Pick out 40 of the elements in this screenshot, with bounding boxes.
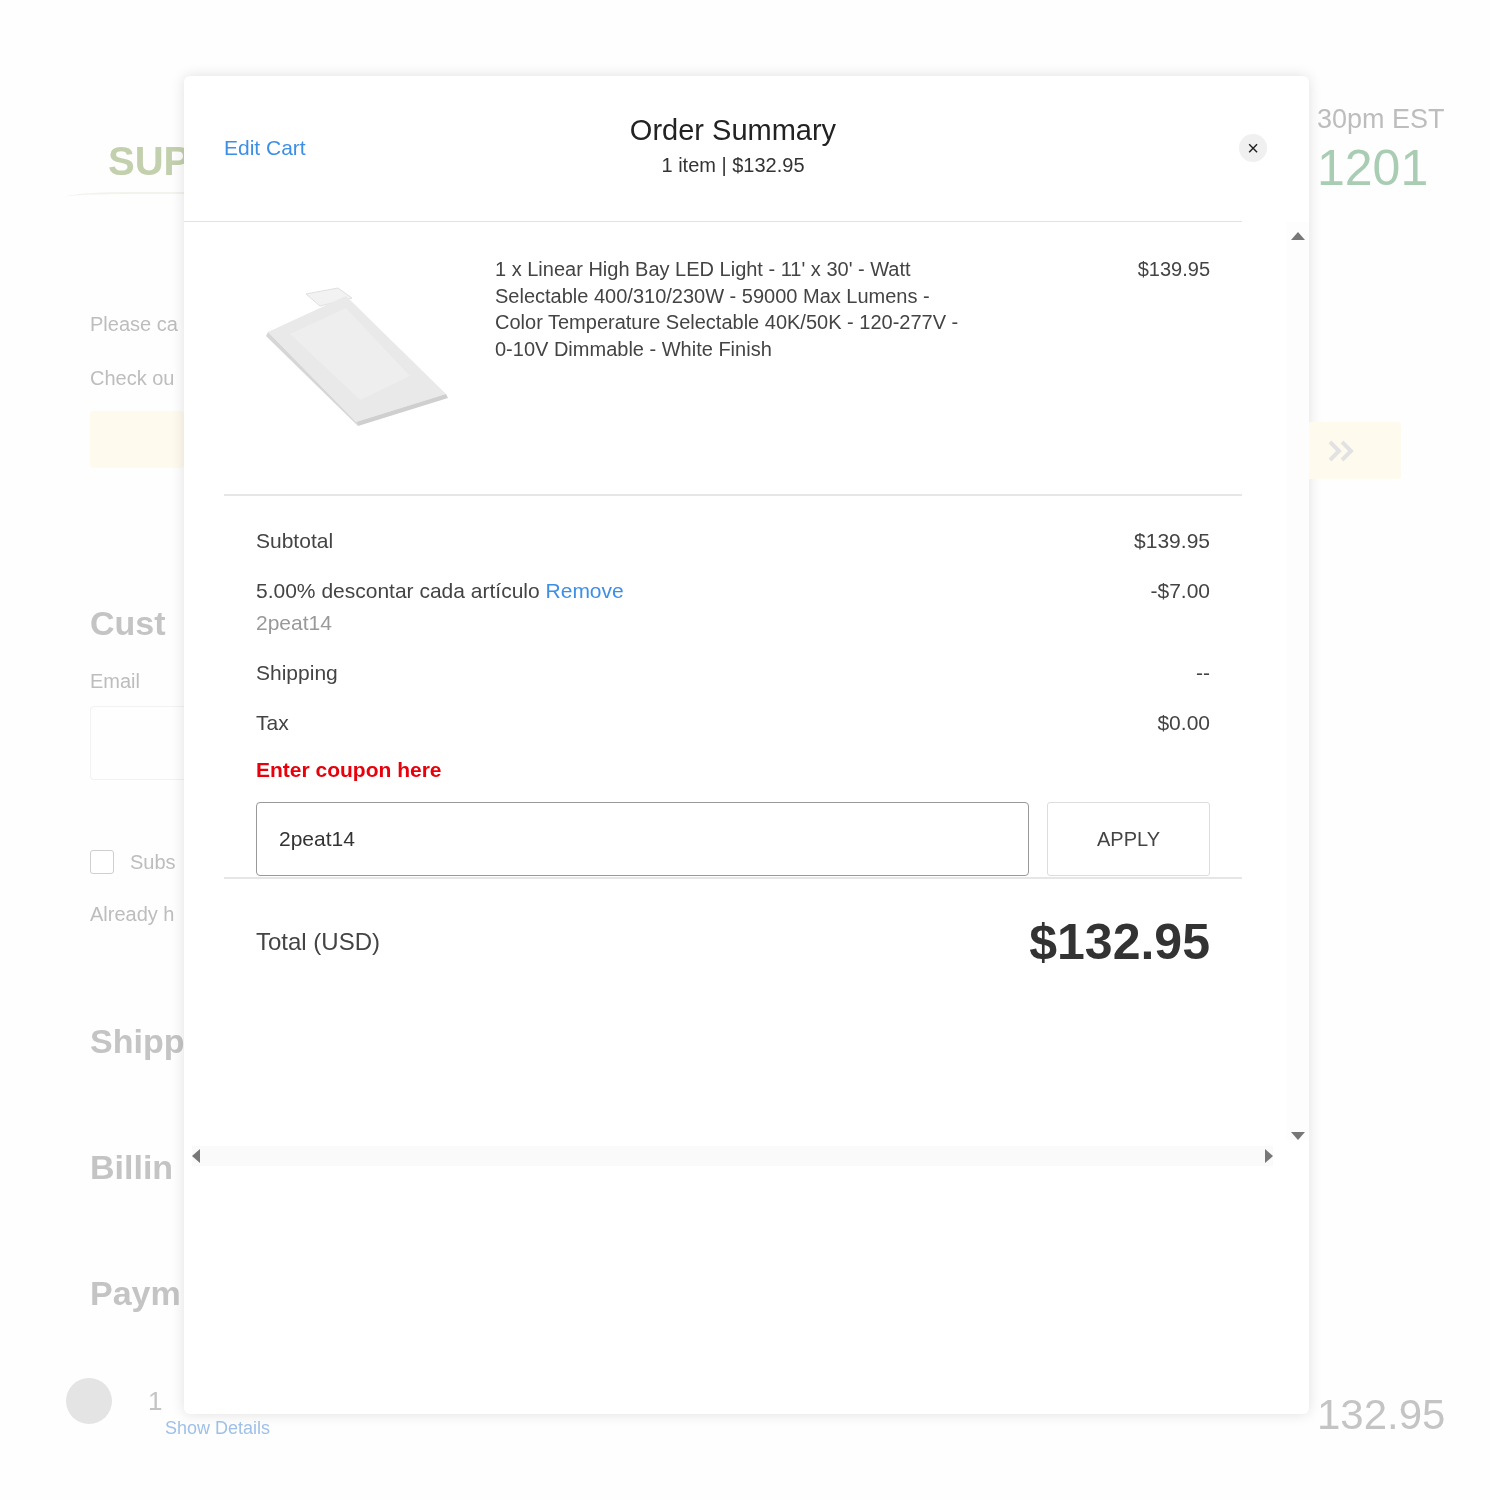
scroll-up-icon[interactable] bbox=[1290, 232, 1305, 240]
discount-text: 5.00% descontar cada artículo bbox=[256, 579, 540, 602]
horizontal-scrollbar[interactable] bbox=[192, 1146, 1273, 1166]
checkbox[interactable] bbox=[90, 850, 114, 874]
coupon-code: 2peat14 bbox=[256, 610, 333, 636]
section-heading: Paym bbox=[90, 1273, 182, 1314]
close-button[interactable]: × bbox=[1239, 134, 1267, 162]
summary-value: -- bbox=[1196, 660, 1210, 686]
apply-button[interactable]: APPLY bbox=[1047, 802, 1210, 876]
login-text: Already h bbox=[90, 902, 176, 926]
notice-text: Please ca bbox=[90, 312, 179, 336]
summary-label: Tax bbox=[256, 710, 289, 736]
summary-value: $139.95 bbox=[1134, 528, 1210, 554]
scroll-down-icon[interactable] bbox=[1290, 1132, 1305, 1140]
item-price: $139.95 bbox=[1136, 258, 1210, 282]
hours-text: 30pm EST bbox=[1317, 104, 1446, 134]
checkout-text: Check ou bbox=[90, 366, 176, 390]
summary-value: -$7.00 bbox=[1150, 578, 1210, 604]
section-heading: Cust bbox=[90, 603, 167, 644]
phone-number: 1201 bbox=[1317, 140, 1430, 196]
total-label: Total (USD) bbox=[256, 928, 381, 956]
summary-label: Shipping bbox=[256, 660, 338, 686]
section-heading: Shipp bbox=[90, 1021, 184, 1062]
scroll-right-icon[interactable] bbox=[1265, 1149, 1273, 1163]
scroll-left-icon[interactable] bbox=[192, 1149, 200, 1163]
coupon-label: Enter coupon here bbox=[256, 758, 443, 782]
next-button[interactable] bbox=[1309, 422, 1401, 479]
field-label: Email bbox=[90, 669, 141, 693]
item-count: 1 bbox=[148, 1385, 163, 1417]
dialog-title: Order Summary bbox=[628, 113, 838, 148]
item-count-text: 1 item | $132.95 bbox=[660, 154, 806, 177]
summary-value: $0.00 bbox=[1157, 710, 1210, 736]
subscribe-text: Subs bbox=[130, 850, 176, 874]
coupon-field[interactable]: 2peat14 bbox=[256, 802, 1029, 876]
total-amount: $132.95 bbox=[1029, 913, 1210, 971]
product-description: 1 x Linear High Bay LED Light - 11' x 30' - Watt Selectable 400/310/230W - 59000 Max Lumens - Color Temperature Selectable 40K/50K - 120-277V - 0-10V Dimmable - White Finish bbox=[495, 257, 960, 362]
product-thumbnail bbox=[66, 1378, 112, 1424]
summary-label: Subtotal bbox=[256, 528, 334, 554]
order-total: 132.95 bbox=[1317, 1391, 1447, 1439]
section-heading: Billin bbox=[90, 1147, 175, 1188]
